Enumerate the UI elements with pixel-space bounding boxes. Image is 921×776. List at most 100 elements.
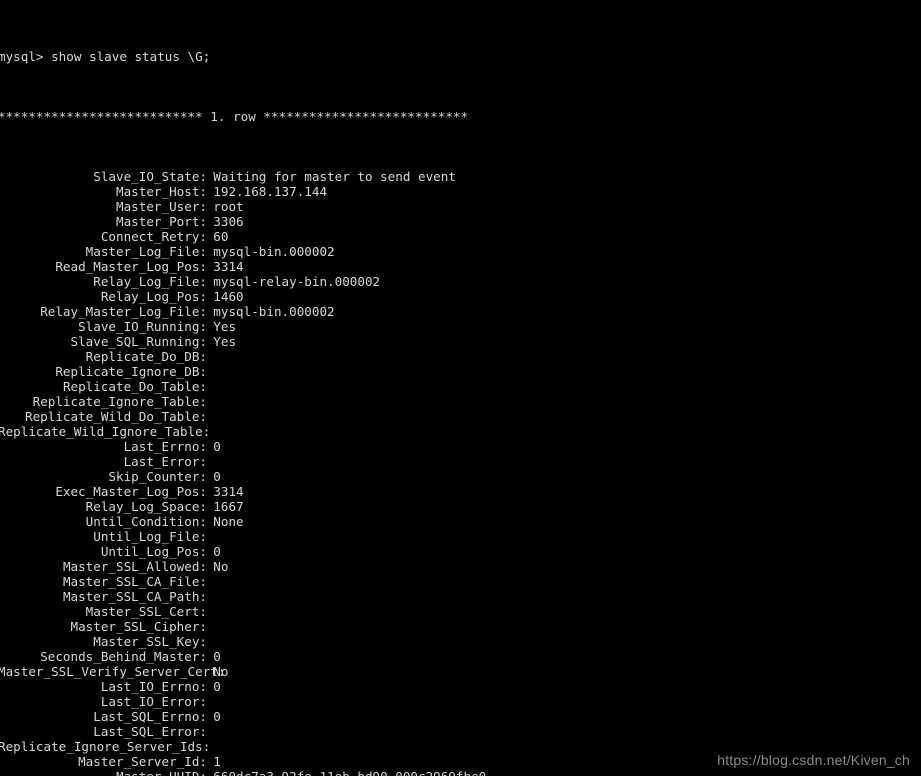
status-field-row: Master_SSL_Verify_Server_Cert: No	[0, 664, 623, 679]
status-field-value: Waiting for master to send event	[213, 169, 456, 184]
status-field-row: Slave_IO_State: Waiting for master to sen…	[0, 169, 623, 184]
status-field-name: Master_SSL_Cert:	[85, 604, 207, 619]
status-field-value: 3314	[213, 259, 244, 274]
status-field-row: Read_Master_Log_Pos: 3314	[0, 259, 623, 274]
status-field-row: Relay_Log_Pos: 1460	[0, 289, 623, 304]
status-field-value: 3314	[213, 484, 244, 499]
status-field-row: Last_SQL_Error:	[0, 724, 623, 739]
status-field-name: Master_SSL_CA_Path:	[62, 589, 207, 604]
status-field-name: Master_Host:	[116, 184, 207, 199]
status-field-row: Seconds_Behind_Master: 0	[0, 649, 623, 664]
status-field-name: Replicate_Ignore_Server_Ids:	[0, 739, 211, 754]
status-field-value: 660dc7a3-92fe-11eb-bd90-000c2969fbe0	[207, 769, 486, 776]
status-field-value: 192.168.137.144	[213, 184, 328, 199]
status-field-row: Master_UUID:660dc7a3-92fe-11eb-bd90-000c…	[0, 769, 623, 776]
status-field-name: Last_SQL_Error:	[93, 724, 207, 739]
status-field-value: 0	[213, 649, 221, 664]
status-field-row: Last_Errno: 0	[0, 439, 623, 454]
status-field-name: Last_IO_Error:	[100, 694, 207, 709]
status-field-name: Relay_Log_Pos:	[100, 289, 207, 304]
status-field-row: Replicate_Ignore_Table:	[0, 394, 623, 409]
status-field-value: 0	[213, 679, 221, 694]
status-field-value: No	[213, 559, 229, 574]
status-field-name: Relay_Log_Space:	[85, 499, 207, 514]
status-field-name: Exec_Master_Log_Pos:	[55, 484, 207, 499]
status-field-name: Skip_Counter:	[108, 469, 207, 484]
mysql-prompt-line: mysql> show slave status \G;	[0, 49, 211, 64]
status-field-value: Yes	[213, 319, 237, 334]
status-field-name: Master_SSL_CA_File:	[62, 574, 207, 589]
status-field-row: Last_SQL_Errno: 0	[0, 709, 623, 724]
status-field-name: Replicate_Wild_Do_Table:	[25, 409, 207, 424]
status-field-name: Until_Condition:	[85, 514, 207, 529]
status-field-value: 1460	[213, 289, 244, 304]
status-field-value: No	[213, 664, 229, 679]
status-field-value: mysql-bin.000002	[213, 244, 335, 259]
status-field-row: Last_IO_Error:	[0, 694, 623, 709]
status-field-row: Until_Log_Pos: 0	[0, 544, 623, 559]
status-field-name: Seconds_Behind_Master:	[40, 649, 207, 664]
status-field-name: Replicate_Ignore_DB:	[55, 364, 207, 379]
status-field-row: Until_Condition: None	[0, 514, 623, 529]
status-field-name: Slave_IO_State:	[93, 169, 207, 184]
status-field-name: Master_Port:	[116, 214, 207, 229]
status-field-name: Replicate_Ignore_Table:	[32, 394, 207, 409]
status-field-name: Until_Log_File:	[93, 529, 207, 544]
status-field-name: Last_IO_Errno:	[100, 679, 207, 694]
status-field-row: Master_Host: 192.168.137.144	[0, 184, 623, 199]
result-row-separator: *************************** 1. row *****…	[0, 109, 469, 124]
status-field-row: Master_SSL_Cipher:	[0, 619, 623, 634]
status-field-name: Slave_IO_Running:	[78, 319, 207, 334]
watermark-url: https://blog.csdn.net/Kiven_ch	[717, 752, 910, 768]
status-field-row: Slave_IO_Running: Yes	[0, 319, 623, 334]
status-field-row: Until_Log_File:	[0, 529, 623, 544]
status-field-value: Yes	[213, 334, 237, 349]
status-field-name: Last_Errno:	[123, 439, 207, 454]
status-field-value: 1667	[213, 499, 244, 514]
status-field-name: Master_UUID:	[0, 769, 207, 776]
status-field-name: Replicate_Do_DB:	[85, 349, 207, 364]
status-field-row: Replicate_Ignore_Server_Ids:	[0, 739, 623, 754]
status-field-name: Master_SSL_Key:	[93, 634, 207, 649]
status-field-row: Connect_Retry: 60	[0, 229, 623, 244]
status-field-row: Master_SSL_CA_File:	[0, 574, 623, 589]
status-field-value: 3306	[213, 214, 244, 229]
status-field-row: Last_IO_Errno: 0	[0, 679, 623, 694]
status-field-name: Connect_Retry:	[100, 229, 207, 244]
console-output: mysql> show slave status \G; ***********…	[0, 4, 623, 776]
status-field-value: 60	[213, 229, 229, 244]
status-field-row: Relay_Log_Space: 1667	[0, 499, 623, 514]
status-field-name: Master_Server_Id:	[78, 754, 207, 769]
status-field-row: Relay_Log_File: mysql-relay-bin.000002	[0, 274, 623, 289]
status-field-row: Slave_SQL_Running: Yes	[0, 334, 623, 349]
status-field-name: Read_Master_Log_Pos:	[55, 259, 207, 274]
status-field-row: Master_SSL_Cert:	[0, 604, 623, 619]
status-field-row: Master_Server_Id: 1	[0, 754, 623, 769]
status-field-value: 0	[213, 709, 221, 724]
status-field-row: Master_SSL_Key:	[0, 634, 623, 649]
status-field-name: Master_SSL_Cipher:	[70, 619, 207, 634]
status-field-name: Master_SSL_Allowed:	[62, 559, 207, 574]
status-field-row: Replicate_Do_Table:	[0, 379, 623, 394]
terminal-window[interactable]: mysql> show slave status \G; ***********…	[0, 0, 921, 776]
status-field-row: Relay_Master_Log_File: mysql-bin.000002	[0, 304, 623, 319]
status-field-value: 0	[213, 439, 221, 454]
status-field-name: Until_Log_Pos:	[100, 544, 207, 559]
status-field-row: Skip_Counter: 0	[0, 469, 623, 484]
status-field-name: Relay_Log_File:	[93, 274, 207, 289]
status-field-name: Replicate_Wild_Ignore_Table:	[0, 424, 211, 439]
status-field-value: mysql-relay-bin.000002	[213, 274, 381, 289]
status-field-name: Master_SSL_Verify_Server_Cert:	[0, 664, 226, 679]
status-field-name: Last_Error:	[123, 454, 207, 469]
status-field-row: Master_SSL_CA_Path:	[0, 589, 623, 604]
status-field-row: Master_User: root	[0, 199, 623, 214]
status-field-row: Master_SSL_Allowed: No	[0, 559, 623, 574]
status-field-row: Exec_Master_Log_Pos: 3314	[0, 484, 623, 499]
status-field-row: Replicate_Wild_Ignore_Table:	[0, 424, 623, 439]
status-field-value: 0	[213, 469, 221, 484]
status-field-row: Master_Log_File: mysql-bin.000002	[0, 244, 623, 259]
status-field-name: Master_User:	[116, 199, 207, 214]
status-field-value: 0	[213, 544, 221, 559]
status-field-value: mysql-bin.000002	[213, 304, 335, 319]
status-field-value: root	[213, 199, 244, 214]
